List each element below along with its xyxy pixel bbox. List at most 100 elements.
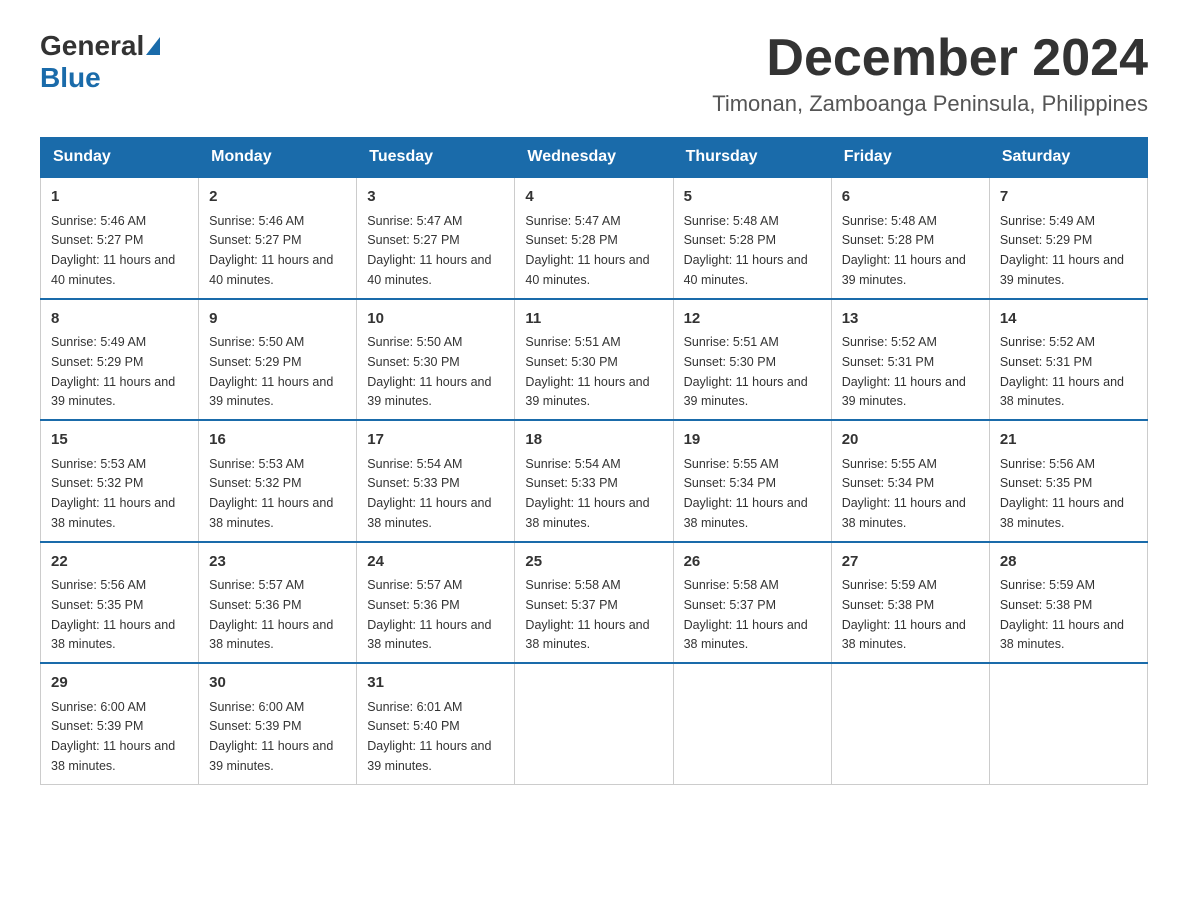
calendar-cell: 15 Sunrise: 5:53 AMSunset: 5:32 PMDaylig… (41, 420, 199, 542)
day-number: 17 (367, 429, 504, 452)
calendar-cell: 27 Sunrise: 5:59 AMSunset: 5:38 PMDaylig… (831, 542, 989, 664)
logo-triangle-icon (146, 37, 160, 55)
day-number: 8 (51, 308, 188, 331)
day-number: 3 (367, 186, 504, 209)
calendar-cell: 30 Sunrise: 6:00 AMSunset: 5:39 PMDaylig… (199, 663, 357, 784)
day-info: Sunrise: 5:58 AMSunset: 5:37 PMDaylight:… (525, 578, 649, 651)
calendar-cell: 13 Sunrise: 5:52 AMSunset: 5:31 PMDaylig… (831, 299, 989, 421)
day-number: 23 (209, 551, 346, 574)
day-number: 19 (684, 429, 821, 452)
day-info: Sunrise: 5:58 AMSunset: 5:37 PMDaylight:… (684, 578, 808, 651)
calendar-cell: 26 Sunrise: 5:58 AMSunset: 5:37 PMDaylig… (673, 542, 831, 664)
calendar-cell: 23 Sunrise: 5:57 AMSunset: 5:36 PMDaylig… (199, 542, 357, 664)
day-number: 20 (842, 429, 979, 452)
calendar-cell: 24 Sunrise: 5:57 AMSunset: 5:36 PMDaylig… (357, 542, 515, 664)
calendar-week-row-1: 1 Sunrise: 5:46 AMSunset: 5:27 PMDayligh… (41, 177, 1148, 299)
calendar-header-wednesday: Wednesday (515, 138, 673, 178)
calendar-cell: 22 Sunrise: 5:56 AMSunset: 5:35 PMDaylig… (41, 542, 199, 664)
day-number: 18 (525, 429, 662, 452)
calendar-cell: 12 Sunrise: 5:51 AMSunset: 5:30 PMDaylig… (673, 299, 831, 421)
calendar-cell: 1 Sunrise: 5:46 AMSunset: 5:27 PMDayligh… (41, 177, 199, 299)
day-number: 30 (209, 672, 346, 695)
day-info: Sunrise: 5:49 AMSunset: 5:29 PMDaylight:… (51, 335, 175, 408)
day-info: Sunrise: 5:56 AMSunset: 5:35 PMDaylight:… (1000, 457, 1124, 530)
day-number: 12 (684, 308, 821, 331)
title-area: December 2024 Timonan, Zamboanga Peninsu… (712, 30, 1148, 117)
day-number: 6 (842, 186, 979, 209)
day-number: 16 (209, 429, 346, 452)
logo: General Blue (40, 30, 162, 94)
calendar-cell: 8 Sunrise: 5:49 AMSunset: 5:29 PMDayligh… (41, 299, 199, 421)
day-info: Sunrise: 5:48 AMSunset: 5:28 PMDaylight:… (842, 214, 966, 287)
day-number: 15 (51, 429, 188, 452)
calendar-cell: 5 Sunrise: 5:48 AMSunset: 5:28 PMDayligh… (673, 177, 831, 299)
day-info: Sunrise: 5:55 AMSunset: 5:34 PMDaylight:… (684, 457, 808, 530)
day-number: 14 (1000, 308, 1137, 331)
calendar-cell: 11 Sunrise: 5:51 AMSunset: 5:30 PMDaylig… (515, 299, 673, 421)
day-number: 25 (525, 551, 662, 574)
day-info: Sunrise: 5:57 AMSunset: 5:36 PMDaylight:… (367, 578, 491, 651)
day-number: 2 (209, 186, 346, 209)
calendar-cell: 7 Sunrise: 5:49 AMSunset: 5:29 PMDayligh… (989, 177, 1147, 299)
day-number: 27 (842, 551, 979, 574)
day-info: Sunrise: 5:59 AMSunset: 5:38 PMDaylight:… (842, 578, 966, 651)
day-info: Sunrise: 5:53 AMSunset: 5:32 PMDaylight:… (209, 457, 333, 530)
day-info: Sunrise: 5:59 AMSunset: 5:38 PMDaylight:… (1000, 578, 1124, 651)
day-number: 13 (842, 308, 979, 331)
calendar-cell: 16 Sunrise: 5:53 AMSunset: 5:32 PMDaylig… (199, 420, 357, 542)
day-info: Sunrise: 5:47 AMSunset: 5:28 PMDaylight:… (525, 214, 649, 287)
day-number: 11 (525, 308, 662, 331)
calendar-cell (673, 663, 831, 784)
day-info: Sunrise: 5:52 AMSunset: 5:31 PMDaylight:… (842, 335, 966, 408)
day-number: 21 (1000, 429, 1137, 452)
logo-general-text: General (40, 30, 144, 62)
day-info: Sunrise: 5:53 AMSunset: 5:32 PMDaylight:… (51, 457, 175, 530)
day-number: 5 (684, 186, 821, 209)
calendar-cell: 31 Sunrise: 6:01 AMSunset: 5:40 PMDaylig… (357, 663, 515, 784)
calendar-header-saturday: Saturday (989, 138, 1147, 178)
day-number: 31 (367, 672, 504, 695)
calendar-header-tuesday: Tuesday (357, 138, 515, 178)
day-info: Sunrise: 5:50 AMSunset: 5:30 PMDaylight:… (367, 335, 491, 408)
day-number: 29 (51, 672, 188, 695)
calendar-cell: 25 Sunrise: 5:58 AMSunset: 5:37 PMDaylig… (515, 542, 673, 664)
calendar-cell: 9 Sunrise: 5:50 AMSunset: 5:29 PMDayligh… (199, 299, 357, 421)
day-info: Sunrise: 5:51 AMSunset: 5:30 PMDaylight:… (684, 335, 808, 408)
day-number: 24 (367, 551, 504, 574)
calendar-week-row-4: 22 Sunrise: 5:56 AMSunset: 5:35 PMDaylig… (41, 542, 1148, 664)
calendar-cell: 19 Sunrise: 5:55 AMSunset: 5:34 PMDaylig… (673, 420, 831, 542)
calendar-cell: 2 Sunrise: 5:46 AMSunset: 5:27 PMDayligh… (199, 177, 357, 299)
location-title: Timonan, Zamboanga Peninsula, Philippine… (712, 91, 1148, 117)
header: General Blue December 2024 Timonan, Zamb… (40, 30, 1148, 117)
calendar-table: SundayMondayTuesdayWednesdayThursdayFrid… (40, 137, 1148, 785)
day-info: Sunrise: 6:01 AMSunset: 5:40 PMDaylight:… (367, 700, 491, 773)
day-info: Sunrise: 5:46 AMSunset: 5:27 PMDaylight:… (51, 214, 175, 287)
day-info: Sunrise: 5:54 AMSunset: 5:33 PMDaylight:… (367, 457, 491, 530)
day-number: 26 (684, 551, 821, 574)
day-number: 22 (51, 551, 188, 574)
calendar-cell (989, 663, 1147, 784)
day-info: Sunrise: 5:49 AMSunset: 5:29 PMDaylight:… (1000, 214, 1124, 287)
day-number: 1 (51, 186, 188, 209)
calendar-header-sunday: Sunday (41, 138, 199, 178)
calendar-week-row-2: 8 Sunrise: 5:49 AMSunset: 5:29 PMDayligh… (41, 299, 1148, 421)
calendar-header-row: SundayMondayTuesdayWednesdayThursdayFrid… (41, 138, 1148, 178)
calendar-cell: 28 Sunrise: 5:59 AMSunset: 5:38 PMDaylig… (989, 542, 1147, 664)
calendar-header-thursday: Thursday (673, 138, 831, 178)
calendar-cell: 6 Sunrise: 5:48 AMSunset: 5:28 PMDayligh… (831, 177, 989, 299)
day-info: Sunrise: 5:50 AMSunset: 5:29 PMDaylight:… (209, 335, 333, 408)
calendar-cell (831, 663, 989, 784)
day-info: Sunrise: 5:56 AMSunset: 5:35 PMDaylight:… (51, 578, 175, 651)
calendar-cell: 14 Sunrise: 5:52 AMSunset: 5:31 PMDaylig… (989, 299, 1147, 421)
day-info: Sunrise: 5:46 AMSunset: 5:27 PMDaylight:… (209, 214, 333, 287)
day-info: Sunrise: 5:48 AMSunset: 5:28 PMDaylight:… (684, 214, 808, 287)
calendar-cell: 21 Sunrise: 5:56 AMSunset: 5:35 PMDaylig… (989, 420, 1147, 542)
day-info: Sunrise: 5:55 AMSunset: 5:34 PMDaylight:… (842, 457, 966, 530)
day-number: 7 (1000, 186, 1137, 209)
calendar-cell: 17 Sunrise: 5:54 AMSunset: 5:33 PMDaylig… (357, 420, 515, 542)
calendar-cell: 29 Sunrise: 6:00 AMSunset: 5:39 PMDaylig… (41, 663, 199, 784)
calendar-header-monday: Monday (199, 138, 357, 178)
day-number: 10 (367, 308, 504, 331)
calendar-header-friday: Friday (831, 138, 989, 178)
month-title: December 2024 (712, 30, 1148, 87)
